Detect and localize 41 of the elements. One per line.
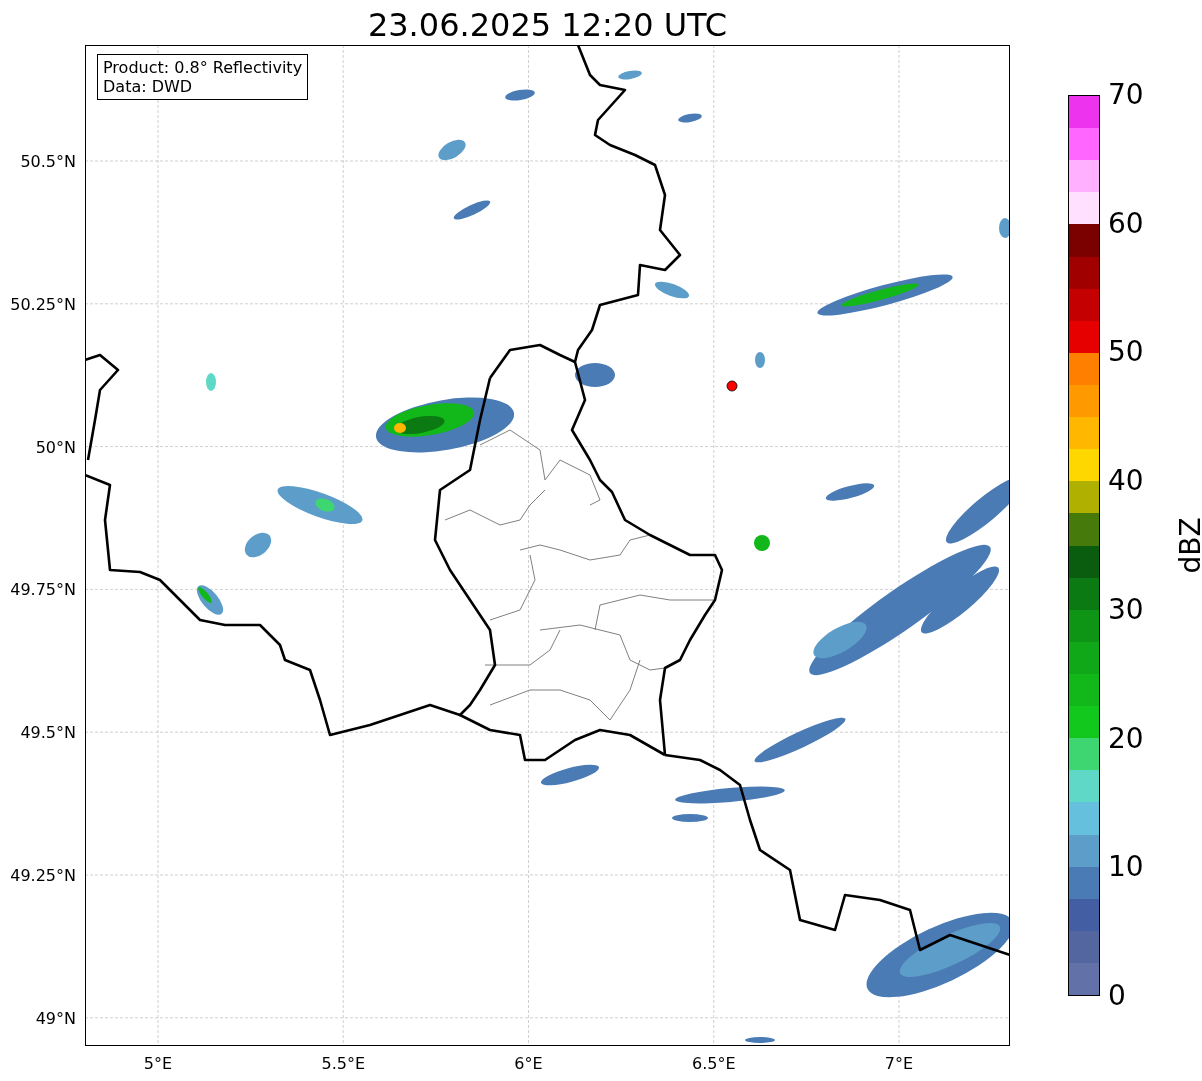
colorbar-tick-label: 60 (1108, 208, 1144, 239)
axis-tick-label: 5.5°E (321, 1054, 366, 1073)
radar-echo (618, 70, 642, 80)
axis-tick-label: 50.5°N (20, 151, 76, 171)
axis-tick-label: 50°N (35, 437, 76, 457)
radar-echo (745, 1037, 775, 1043)
axis-tick-label: 7°E (884, 1054, 914, 1073)
radar-echo (999, 218, 1009, 238)
colorbar-tick-label: 20 (1108, 723, 1144, 754)
radar-echo (206, 373, 216, 391)
radar-echo (541, 764, 599, 786)
colorbar-tick-label: 0 (1108, 981, 1126, 1011)
colorbar-tick-label: 30 (1108, 594, 1144, 625)
radar-echo (438, 139, 466, 161)
radar-echo (672, 814, 708, 822)
colorbar-tick-label: 50 (1108, 337, 1144, 368)
colorbar-label: dBZ (1173, 517, 1202, 574)
radar-echo (575, 363, 615, 387)
radar-echo (244, 532, 272, 558)
axis-tick-label: 49.5°N (20, 722, 76, 742)
colorbar-tick-label: 10 (1108, 852, 1144, 883)
legend-text: Product: 0.8° Reflectivity (103, 58, 303, 77)
axis-tick-label: 49.75°N (10, 579, 76, 599)
radar-echo (755, 352, 765, 368)
axis-tick-label: 5°E (143, 1054, 173, 1073)
axis-tick-label: 50.25°N (10, 294, 76, 314)
radar-echo (505, 89, 535, 101)
radar-echo (654, 281, 690, 299)
colorbar-tick-label: 70 (1108, 80, 1144, 110)
colorbar-tick-label: 40 (1108, 466, 1144, 497)
radar-site-marker (726, 380, 738, 392)
radar-echo (754, 535, 770, 551)
plot-title: 23.06.2025 12:20 UTC (366, 5, 729, 45)
axis-tick-label: 6.5°E (691, 1054, 736, 1073)
radar-echo (678, 113, 702, 123)
radar-echo (825, 483, 875, 501)
axis-tick-label: 6°E (514, 1054, 543, 1073)
axis-tick-label: 49°N (35, 1008, 76, 1028)
axis-tick-label: 49.25°N (10, 865, 76, 885)
legend-text: Data: DWD (103, 77, 194, 96)
radar-echo (453, 200, 491, 220)
